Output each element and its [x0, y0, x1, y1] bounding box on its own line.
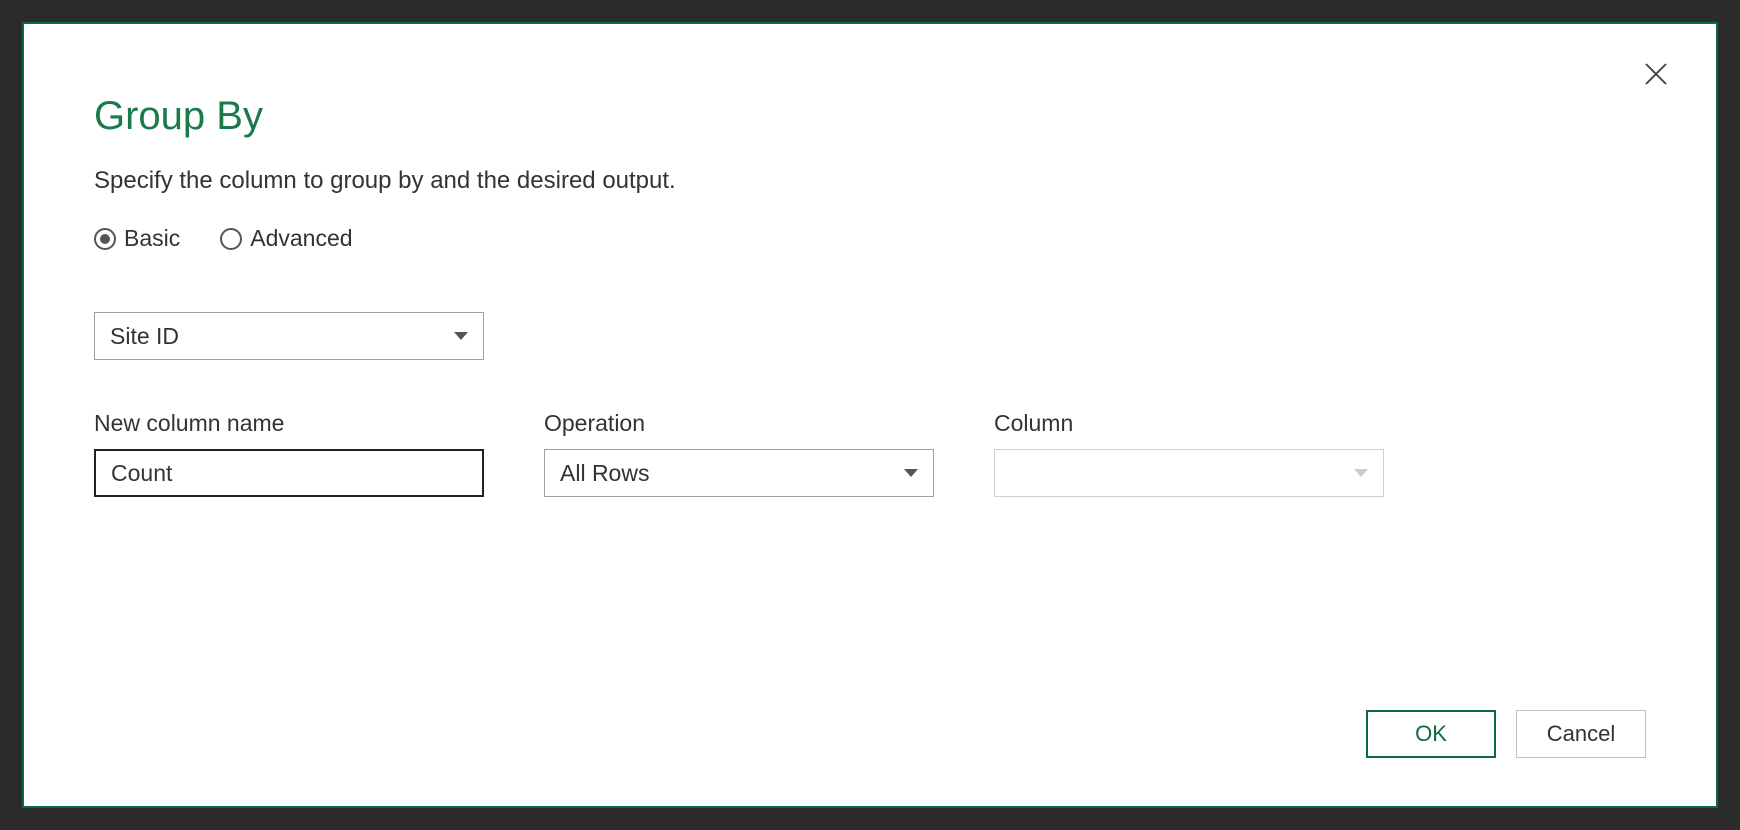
dialog-subtitle: Specify the column to group by and the d…: [94, 167, 1646, 195]
close-icon: [1641, 59, 1671, 89]
dialog-buttons: OK Cancel: [1366, 710, 1646, 758]
radio-advanced-label: Advanced: [250, 225, 352, 252]
group-by-dialog: Group By Specify the column to group by …: [22, 22, 1718, 808]
radio-basic-indicator: [94, 228, 116, 250]
chevron-down-icon: [1354, 469, 1368, 477]
group-by-column-dropdown[interactable]: Site ID: [94, 312, 484, 360]
cancel-button[interactable]: Cancel: [1516, 710, 1646, 758]
operation-field: Operation All Rows: [544, 410, 934, 497]
group-by-column-value: Site ID: [110, 323, 454, 350]
radio-advanced-indicator: [220, 228, 242, 250]
new-column-name-label: New column name: [94, 410, 484, 437]
operation-value: All Rows: [560, 460, 904, 487]
ok-button[interactable]: OK: [1366, 710, 1496, 758]
mode-radio-group: Basic Advanced: [94, 225, 1646, 252]
column-field: Column: [994, 410, 1384, 497]
fields-row: New column name Operation All Rows Colum…: [94, 410, 1646, 497]
column-dropdown: [994, 449, 1384, 497]
operation-dropdown[interactable]: All Rows: [544, 449, 934, 497]
cancel-button-label: Cancel: [1547, 721, 1615, 747]
radio-basic-label: Basic: [124, 225, 180, 252]
radio-advanced[interactable]: Advanced: [220, 225, 352, 252]
chevron-down-icon: [904, 469, 918, 477]
new-column-name-input[interactable]: [94, 449, 484, 497]
column-label: Column: [994, 410, 1384, 437]
chevron-down-icon: [454, 332, 468, 340]
operation-label: Operation: [544, 410, 934, 437]
new-column-name-field: New column name: [94, 410, 484, 497]
ok-button-label: OK: [1415, 721, 1447, 747]
dialog-title: Group By: [94, 94, 1646, 139]
radio-basic[interactable]: Basic: [94, 225, 180, 252]
close-button[interactable]: [1636, 54, 1676, 94]
